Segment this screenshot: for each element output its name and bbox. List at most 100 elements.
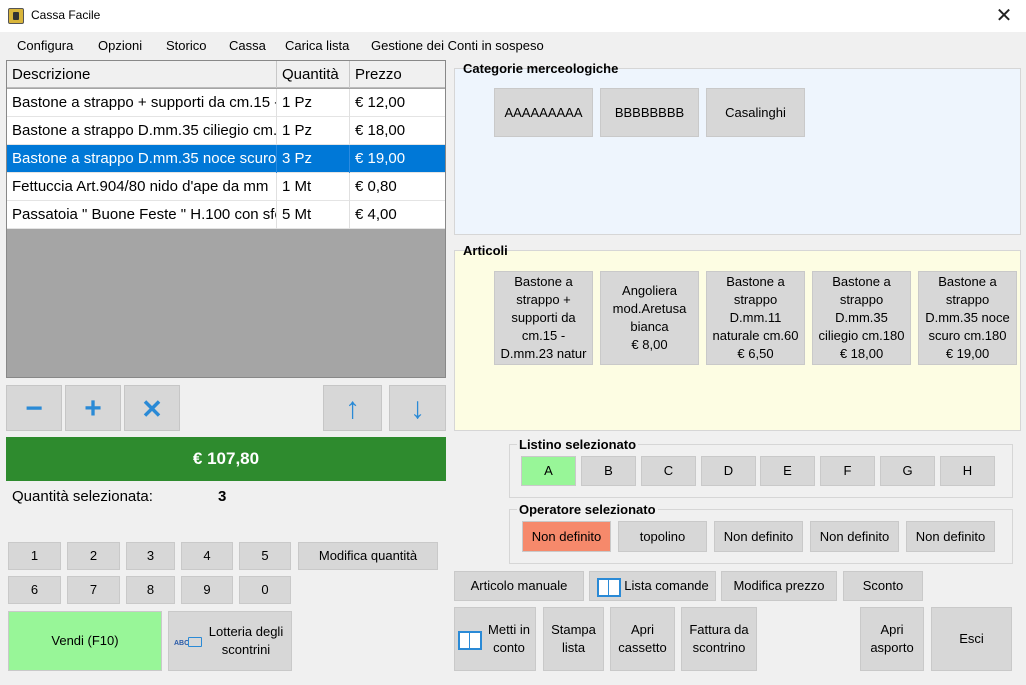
keypad-0[interactable]: 0	[239, 576, 291, 604]
operator-3[interactable]: Non definito	[714, 521, 803, 552]
put-on-account-button[interactable]: Metti in conto	[454, 607, 536, 671]
cell-prezzo: € 18,00	[355, 122, 406, 139]
minus-icon: −	[25, 392, 43, 425]
total-amount: € 107,80	[6, 437, 446, 481]
cell-descrizione: Bastone a strappo D.mm.35 ciliegio cm.18…	[7, 117, 277, 145]
menu-gestione-conti[interactable]: Gestione dei Conti in sospeso	[371, 38, 544, 53]
lottery-label: Lotteria degli scontrini	[208, 624, 284, 657]
open-drawer-button[interactable]: Apri cassetto	[610, 607, 675, 671]
category-casalinghi[interactable]: Casalinghi	[706, 88, 805, 137]
move-up-button[interactable]: ↑	[323, 385, 382, 431]
operator-4[interactable]: Non definito	[810, 521, 899, 552]
operator-2[interactable]: topolino	[618, 521, 707, 552]
table-row-selected[interactable]: Bastone a strappo D.mm.35 noce scuro cm.…	[7, 145, 445, 173]
modify-quantity-button[interactable]: Modifica quantità	[298, 542, 438, 570]
price-list-d[interactable]: D	[701, 456, 756, 486]
articles-title: Articoli	[463, 243, 508, 258]
cell-descrizione: Passatoia " Buone Feste " H.100 con sfon…	[7, 201, 277, 229]
article-button[interactable]: Bastone a strappo D.mm.11 naturale cm.60…	[706, 271, 805, 365]
categories-title: Categorie merceologiche	[463, 61, 619, 76]
table-row[interactable]: Fettuccia Art.904/80 nido d'ape da mm 1 …	[7, 173, 445, 201]
price-list-c[interactable]: C	[641, 456, 696, 486]
category-aaaaaaaaa[interactable]: AAAAAAAAA	[494, 88, 593, 137]
menu-cassa[interactable]: Cassa	[229, 38, 266, 53]
cell-descrizione: Fettuccia Art.904/80 nido d'ape da mm	[7, 173, 277, 201]
cell-quantita: 3 Pz	[277, 145, 350, 173]
receipt-table[interactable]: Descrizione Quantità Prezzo Bastone a st…	[6, 60, 446, 378]
article-button[interactable]: Angoliera mod.Aretusa bianca € 8,00	[600, 271, 699, 365]
close-icon: ✕	[141, 394, 163, 424]
invoice-button[interactable]: Fattura da scontrino	[681, 607, 757, 671]
operator-5[interactable]: Non definito	[906, 521, 995, 552]
menu-opzioni[interactable]: Opzioni	[98, 38, 142, 53]
operator-1[interactable]: Non definito	[522, 521, 611, 552]
price-list-e[interactable]: E	[760, 456, 815, 486]
increase-button[interactable]: +	[65, 385, 121, 431]
selected-quantity-value: 3	[218, 488, 227, 505]
arrow-up-icon: ↑	[345, 392, 360, 425]
menu-carica-lista[interactable]: Carica lista	[285, 38, 349, 53]
cell-prezzo: € 0,80	[355, 178, 397, 195]
keypad-7[interactable]: 7	[67, 576, 120, 604]
modify-price-button[interactable]: Modifica prezzo	[721, 571, 837, 601]
discount-button[interactable]: Sconto	[843, 571, 923, 601]
cell-prezzo: € 4,00	[355, 206, 397, 223]
table-header: Descrizione Quantità Prezzo	[7, 61, 445, 88]
title-bar: Cassa Facile ✕	[0, 0, 1026, 32]
menu-bar: Configura Opzioni Storico Cassa Carica l…	[0, 32, 1026, 58]
article-button[interactable]: Bastone a strappo D.mm.35 noce scuro cm.…	[918, 271, 1017, 365]
order-list-label: Lista comande	[624, 578, 709, 593]
price-list-a[interactable]: A	[521, 456, 576, 486]
price-list-b[interactable]: B	[581, 456, 636, 486]
table-row[interactable]: Bastone a strappo D.mm.35 ciliegio cm.18…	[7, 117, 445, 145]
cell-quantita: 5 Mt	[277, 201, 350, 229]
keypad-5[interactable]: 5	[239, 542, 291, 570]
article-button[interactable]: Bastone a strappo + supporti da cm.15 - …	[494, 271, 593, 365]
selected-quantity-label: Quantità selezionata:	[12, 488, 153, 505]
cell-prezzo: € 19,00	[355, 150, 406, 167]
operator-title: Operatore selezionato	[517, 502, 658, 517]
keypad-8[interactable]: 8	[126, 576, 175, 604]
book-icon	[457, 629, 482, 650]
column-header-prezzo[interactable]: Prezzo	[350, 61, 445, 88]
keypad-2[interactable]: 2	[67, 542, 120, 570]
keypad-3[interactable]: 3	[126, 542, 175, 570]
cell-prezzo: € 12,00	[355, 94, 406, 111]
open-takeaway-button[interactable]: Apri asporto	[860, 607, 924, 671]
arrow-down-icon: ↓	[410, 392, 425, 425]
move-down-button[interactable]: ↓	[389, 385, 446, 431]
price-list-h[interactable]: H	[940, 456, 995, 486]
spellcheck-icon	[174, 633, 202, 653]
price-list-g[interactable]: G	[880, 456, 935, 486]
close-button[interactable]: ✕	[990, 2, 1018, 30]
sell-button[interactable]: Vendi (F10)	[8, 611, 162, 671]
manual-article-button[interactable]: Articolo manuale	[454, 571, 584, 601]
decrease-button[interactable]: −	[6, 385, 62, 431]
window-title: Cassa Facile	[31, 8, 101, 22]
menu-storico[interactable]: Storico	[166, 38, 206, 53]
table-row[interactable]: Bastone a strappo + supporti da cm.15 - …	[7, 89, 445, 117]
keypad-9[interactable]: 9	[181, 576, 233, 604]
put-on-account-label: Metti in conto	[488, 622, 530, 655]
exit-button[interactable]: Esci	[931, 607, 1012, 671]
app-icon	[8, 8, 24, 24]
plus-icon: +	[84, 392, 102, 425]
keypad-6[interactable]: 6	[8, 576, 61, 604]
category-bbbbbbbb[interactable]: BBBBBBBB	[600, 88, 699, 137]
remove-item-button[interactable]: ✕	[124, 385, 180, 431]
column-header-descrizione[interactable]: Descrizione	[7, 61, 277, 88]
keypad-4[interactable]: 4	[181, 542, 233, 570]
book-icon	[596, 576, 622, 597]
menu-configura[interactable]: Configura	[17, 38, 73, 53]
cell-quantita: 1 Pz	[277, 89, 350, 117]
lottery-button[interactable]: Lotteria degli scontrini	[168, 611, 292, 671]
price-list-title: Listino selezionato	[517, 437, 639, 452]
column-header-quantita[interactable]: Quantità	[277, 61, 350, 88]
price-list-f[interactable]: F	[820, 456, 875, 486]
article-button[interactable]: Bastone a strappo D.mm.35 ciliegio cm.18…	[812, 271, 911, 365]
print-list-button[interactable]: Stampa lista	[543, 607, 604, 671]
order-list-button[interactable]: Lista comande	[589, 571, 716, 601]
cell-descrizione: Bastone a strappo + supporti da cm.15 - …	[7, 89, 277, 117]
keypad-1[interactable]: 1	[8, 542, 61, 570]
table-row[interactable]: Passatoia " Buone Feste " H.100 con sfon…	[7, 201, 445, 229]
